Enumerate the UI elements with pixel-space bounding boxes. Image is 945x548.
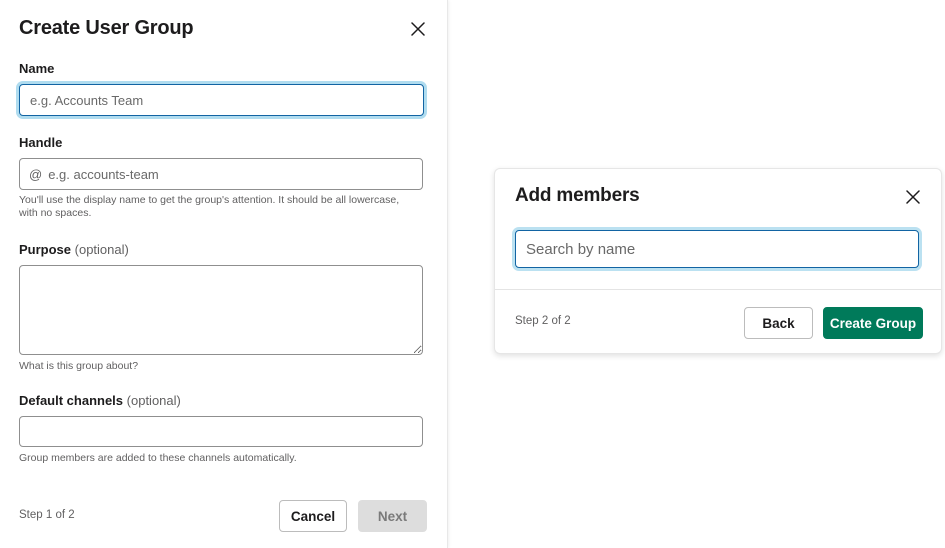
purpose-textarea[interactable] (19, 265, 423, 355)
handle-hint-line-2: with no spaces. (19, 207, 92, 219)
default-channels-hint: Group members are added to these channel… (19, 452, 297, 464)
handle-hint: You'll use the display name to get the g… (19, 194, 399, 220)
default-channels-optional: (optional) (126, 393, 181, 408)
next-button[interactable]: Next (358, 500, 427, 532)
handle-label: Handle (19, 135, 63, 150)
at-prefix: @ (29, 166, 43, 182)
create-user-group-modal: Create User Group Name Handle @ You'll u… (0, 0, 448, 548)
name-label: Name (19, 61, 55, 76)
close-button[interactable] (901, 185, 925, 209)
handle-hint-line-1: You'll use the display name to get the g… (19, 194, 400, 206)
purpose-hint: What is this group about? (19, 360, 139, 372)
purpose-label-text: Purpose (19, 242, 72, 257)
close-button[interactable] (406, 17, 430, 41)
search-input[interactable] (515, 230, 919, 268)
handle-field[interactable]: @ (19, 158, 423, 190)
cancel-button[interactable]: Cancel (279, 500, 347, 532)
purpose-label: Purpose (optional) (19, 242, 129, 257)
divider (495, 289, 941, 290)
modal-title: Create User Group (19, 17, 194, 39)
step-indicator: Step 1 of 2 (19, 509, 75, 521)
create-group-button[interactable]: Create Group (823, 307, 923, 339)
handle-input[interactable] (48, 166, 422, 182)
add-members-modal: Add members Step 2 of 2 Back Create Grou… (494, 168, 942, 354)
close-icon (906, 190, 920, 204)
name-input[interactable] (19, 84, 424, 116)
default-channels-label: Default channels (optional) (19, 393, 181, 408)
purpose-optional: (optional) (74, 242, 129, 257)
default-channels-input[interactable] (19, 416, 423, 447)
close-icon (411, 22, 425, 36)
modal-title: Add members (515, 185, 640, 206)
default-channels-label-text: Default channels (19, 393, 124, 408)
step-indicator: Step 2 of 2 (515, 315, 571, 327)
back-button[interactable]: Back (744, 307, 813, 339)
